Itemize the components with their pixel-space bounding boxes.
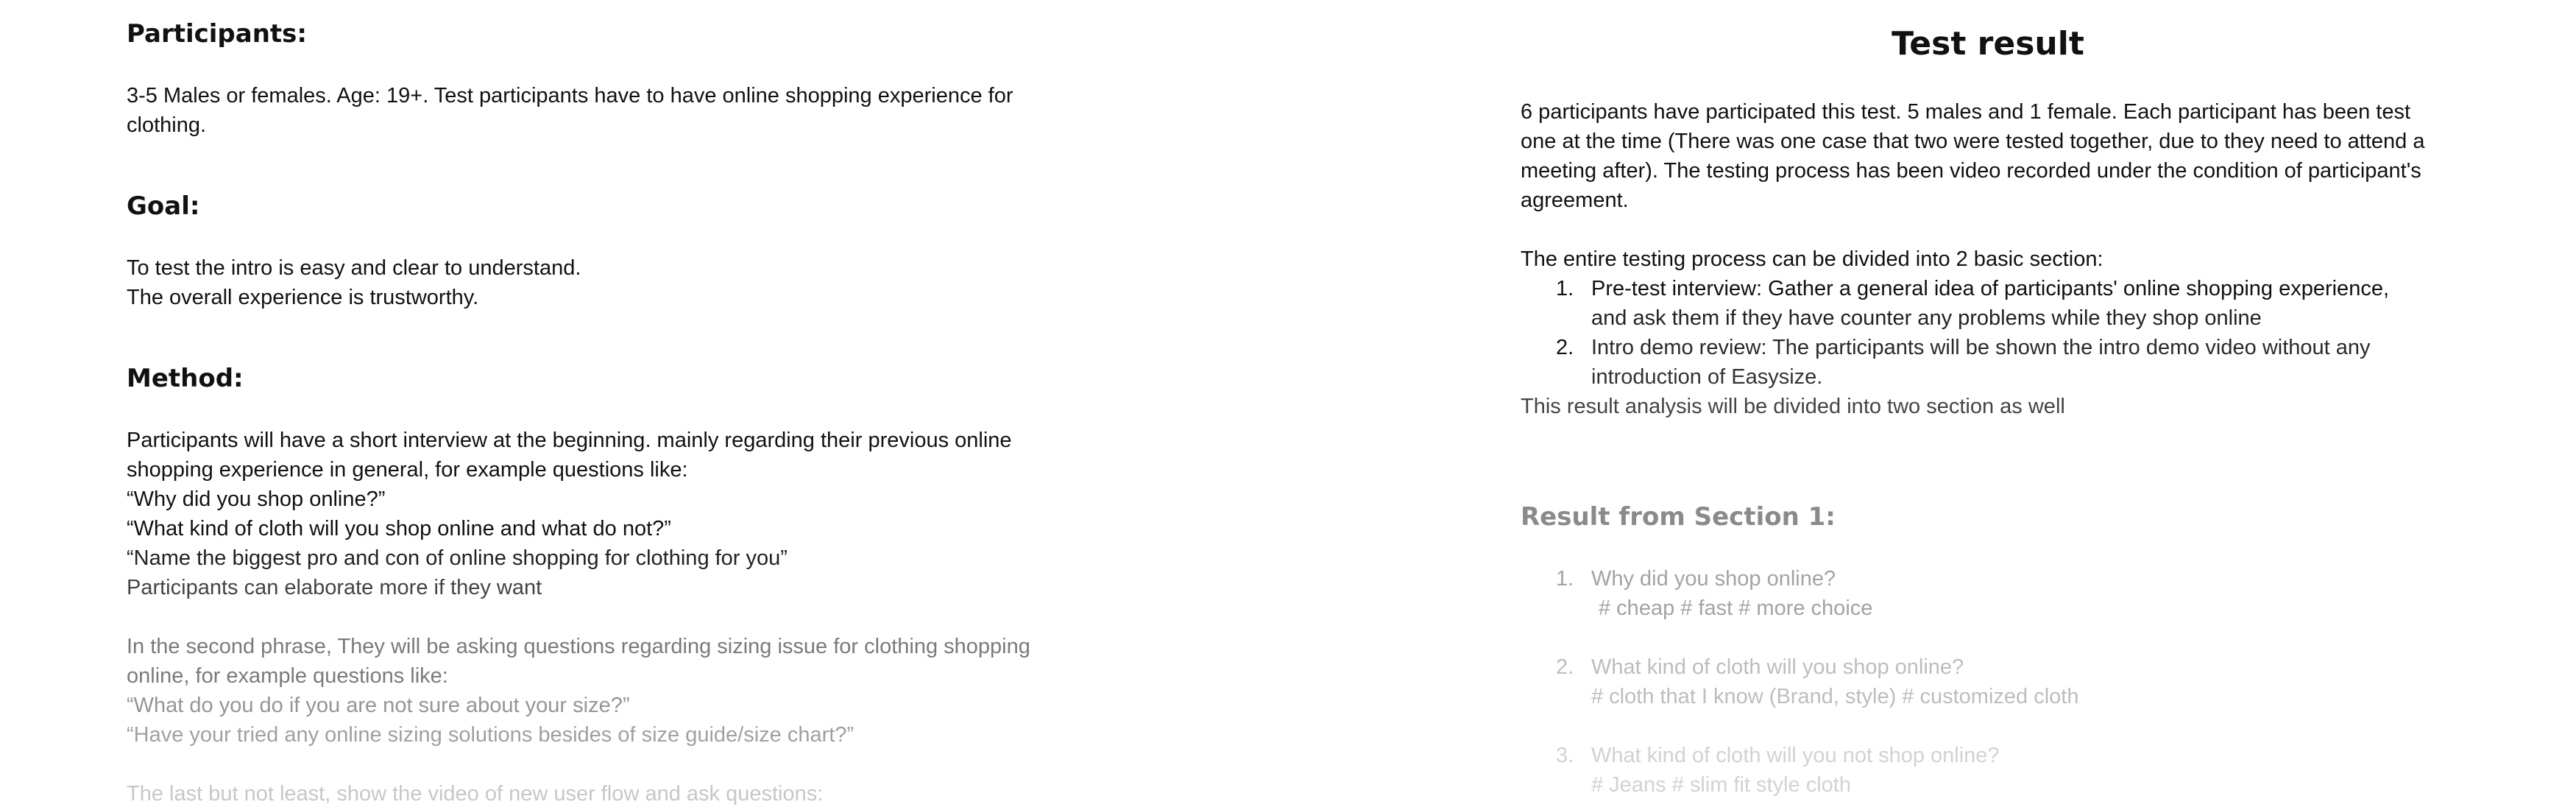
tags-text: # cheap # fast # more choice (1599, 596, 1873, 620)
method-heading: Method: (127, 364, 244, 393)
list-number: 2. (1556, 336, 1574, 359)
list-item: 3. What kind of cloth will you not shop … (1521, 741, 2455, 800)
result-intro-text: 6 participants have participated this te… (1521, 100, 2425, 212)
goal-heading: Goal: (127, 191, 200, 221)
participants-text: 3-5 Males or females. Age: 19+. Test par… (127, 84, 1013, 137)
method-text: Participants will have a short interview… (127, 429, 1012, 599)
sections-intro-text: The entire testing process can be divide… (1521, 247, 2103, 271)
list-item: 2. Intro demo review: The participants w… (1521, 333, 2455, 392)
results-list: 1. Why did you shop online? # cheap # fa… (1521, 564, 2455, 800)
list-number: 1. (1556, 277, 1574, 300)
list-number: 3. (1556, 744, 1574, 767)
sections-list: 1. Pre-test interview: Gather a general … (1521, 274, 2455, 392)
analysis-text: This result analysis will be divided int… (1521, 395, 2065, 418)
tags-text: # Jeans # slim fit style cloth (1591, 773, 1851, 797)
result-section-heading: Result from Section 1: (1521, 502, 1836, 532)
list-number: 1. (1556, 567, 1574, 591)
tags-text: # cloth that I know (Brand, style) # cus… (1591, 685, 2079, 708)
list-number: 2. (1556, 655, 1574, 679)
goal-text: To test the intro is easy and clear to u… (127, 256, 581, 309)
page-title: Test result (1892, 25, 2084, 63)
method-text-second-phrase: In the second phrase, They will be askin… (127, 635, 1030, 747)
participants-heading: Participants: (127, 19, 308, 49)
method-text-last: The last but not least, show the video o… (127, 782, 824, 806)
list-item: 1. Why did you shop online? # cheap # fa… (1521, 564, 2455, 623)
list-item: 2. What kind of cloth will you shop onli… (1521, 652, 2455, 711)
list-item: 1. Pre-test interview: Gather a general … (1521, 274, 2455, 333)
